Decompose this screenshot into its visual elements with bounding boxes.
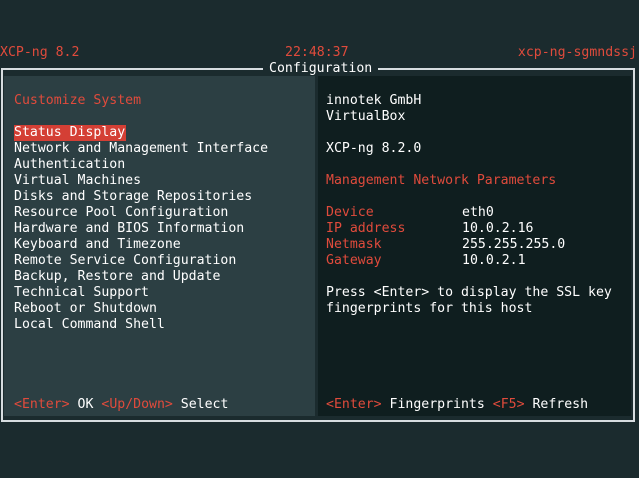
param-value-netmask: 255.255.255.0 (462, 237, 566, 252)
param-label-device: Device (326, 205, 374, 220)
console-screen: XCP-ng 8.2 22:48:37 xcp-ng-sgmndssj Conf… (0, 0, 639, 478)
up-down-key-hint: <Up/Down> (101, 397, 173, 412)
menu-item-authentication[interactable]: Authentication (14, 157, 125, 173)
param-label-ip-address: IP address (326, 221, 406, 236)
xcp-version: XCP-ng 8.2.0 (326, 141, 422, 156)
select-action-label: Select (180, 397, 229, 412)
f5-key-hint: <F5> (492, 397, 525, 412)
enter-key-hint: <Enter> (326, 397, 382, 412)
menu-item-network-management-interface[interactable]: Network and Management Interface (14, 141, 268, 157)
clock: 22:48:37 (285, 45, 349, 60)
enter-key-hint: <Enter> (14, 397, 70, 412)
ssl-hint-line-1: Press <Enter> to display the SSL key (326, 285, 612, 300)
system-vendor: innotek GmbH (326, 93, 422, 108)
param-value-gateway: 10.0.2.1 (462, 253, 526, 268)
menu-item-backup-restore-update[interactable]: Backup, Restore and Update (14, 269, 220, 285)
param-label-gateway: Gateway (326, 253, 382, 268)
menu-heading: Customize System (14, 93, 142, 108)
menu-item-hardware-bios[interactable]: Hardware and BIOS Information (14, 221, 244, 237)
window-title: Configuration (263, 61, 379, 77)
system-product: VirtualBox (326, 109, 406, 124)
menu-item-remote-service[interactable]: Remote Service Configuration (14, 253, 236, 269)
refresh-action-label: Refresh (532, 397, 589, 412)
network-params-heading: Management Network Parameters (326, 173, 557, 188)
menu-item-resource-pool[interactable]: Resource Pool Configuration (14, 205, 228, 221)
ssl-hint-line-2: fingerprints for this host (326, 301, 533, 316)
param-value-ip-address: 10.0.2.16 (462, 221, 534, 236)
menu-item-local-command-shell[interactable]: Local Command Shell (14, 317, 165, 333)
status-bar: XCP-ng 8.2 22:48:37 xcp-ng-sgmndssj (0, 45, 639, 61)
ok-action-label: OK (77, 397, 94, 412)
product-version-label: XCP-ng 8.2 (0, 45, 80, 60)
details-footer: <Enter> Fingerprints <F5> Refresh (326, 397, 588, 413)
menu-item-technical-support[interactable]: Technical Support (14, 285, 149, 301)
fingerprints-action-label: Fingerprints (389, 397, 485, 412)
hostname-label: xcp-ng-sgmndssj (517, 45, 637, 60)
menu-item-status-display[interactable]: Status Display (14, 125, 127, 141)
menu-item-reboot-shutdown[interactable]: Reboot or Shutdown (14, 301, 157, 317)
menu-item-keyboard-timezone[interactable]: Keyboard and Timezone (14, 237, 181, 253)
menu-footer: <Enter> OK <Up/Down> Select (14, 397, 228, 413)
param-label-netmask: Netmask (326, 237, 382, 252)
param-value-device: eth0 (462, 205, 494, 220)
menu-item-virtual-machines[interactable]: Virtual Machines (14, 173, 141, 189)
menu-item-disks-storage[interactable]: Disks and Storage Repositories (14, 189, 252, 205)
